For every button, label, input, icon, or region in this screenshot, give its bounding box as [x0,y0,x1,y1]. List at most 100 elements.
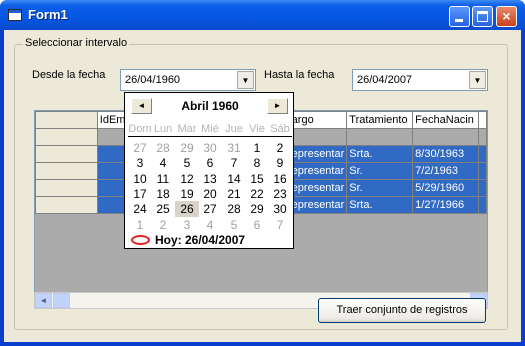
calendar-day[interactable]: 2 [268,140,292,156]
column-header-fechanacimiento[interactable]: FechaNacin [412,111,480,129]
today-circle-icon [131,235,150,245]
calendar-day[interactable]: 23 [268,186,292,202]
calendar-day[interactable]: 25 [151,201,175,217]
chevron-down-icon[interactable]: ▼ [469,71,486,89]
calendar-day[interactable]: 5 [222,217,246,233]
table-cell-fecha[interactable]: 7/2/1963 [412,162,480,180]
calendar-day[interactable]: 18 [151,186,175,202]
calendar-day[interactable]: 4 [198,217,222,233]
month-calendar-dropdown[interactable]: ◄ Abril 1960 ► Dom Lun Mar Mié Jue Vie S… [124,92,294,249]
calendar-day[interactable]: 29 [175,140,199,156]
to-date-picker[interactable]: 26/04/2007 ▼ [352,69,488,91]
calendar-day[interactable]: 24 [128,201,152,217]
calendar-day[interactable]: 3 [175,217,199,233]
table-cell-tratamiento[interactable]: Sr. [346,179,414,197]
app-icon[interactable] [8,9,22,21]
table-cell[interactable] [346,128,414,146]
calendar-day[interactable]: 29 [245,201,269,217]
minimize-icon [455,19,463,22]
scroll-thumb[interactable] [53,293,70,308]
row-header[interactable] [35,145,98,163]
to-date-value: 26/04/2007 [357,74,413,86]
calendar-day[interactable]: 10 [128,171,152,187]
from-date-value: 26/04/1960 [125,74,181,86]
previous-month-button[interactable]: ◄ [131,98,152,114]
calendar-day[interactable]: 2 [151,217,175,233]
weekday-label: Jue [225,123,243,135]
today-label: Hoy: 26/04/2007 [155,233,246,247]
calendar-day-selected[interactable]: 26 [175,201,199,218]
chevron-down-icon[interactable]: ▼ [237,71,254,89]
calendar-day[interactable]: 9 [268,155,292,171]
table-cell[interactable] [478,196,487,214]
calendar-day[interactable]: 22 [245,186,269,202]
row-header[interactable] [35,179,98,197]
table-cell-fecha[interactable]: 1/27/1966 [412,196,480,214]
calendar-day[interactable]: 5 [175,155,199,171]
calendar-month-title[interactable]: Abril 1960 [155,99,265,113]
calendar-day[interactable]: 7 [268,217,292,233]
calendar-day[interactable]: 7 [222,155,246,171]
calendar-week-row: 24 25 26 27 28 29 30 [128,201,292,218]
column-header-tratamiento[interactable]: Tratamiento [346,111,414,129]
maximize-button[interactable] [472,6,493,27]
calendar-header: ◄ Abril 1960 ► [125,93,293,123]
calendar-day[interactable]: 20 [198,186,222,202]
calendar-day[interactable]: 28 [151,140,175,156]
next-month-button[interactable]: ► [267,98,288,114]
table-cell[interactable] [478,162,487,180]
calendar-day[interactable]: 8 [245,155,269,171]
calendar-week-row: 1234567 [128,217,292,233]
calendar-day[interactable]: 30 [268,201,292,217]
calendar-day[interactable]: 30 [198,140,222,156]
calendar-day[interactable]: 28 [222,201,246,217]
window-title: Form1 [28,7,68,22]
calendar-day[interactable]: 12 [175,171,199,187]
close-button[interactable]: × [496,6,517,27]
calendar-day[interactable]: 1 [128,217,152,233]
today-link[interactable]: Hoy: 26/04/2007 [131,232,291,248]
close-icon: × [502,8,511,24]
calendar-day[interactable]: 13 [198,171,222,187]
weekday-label: Vie [249,123,265,135]
from-date-picker[interactable]: 26/04/1960 ▼ [120,69,256,91]
table-cell[interactable] [478,128,487,146]
table-cell-tratamiento[interactable]: Srta. [346,196,414,214]
table-cell[interactable] [478,145,487,163]
title-bar[interactable]: Form1 × [0,0,525,30]
calendar-day[interactable]: 16 [268,171,292,187]
fetch-records-button[interactable]: Traer conjunto de registros [318,298,486,323]
table-cell-tratamiento[interactable]: Srta. [346,145,414,163]
row-header[interactable] [35,196,98,214]
weekday-label: Sáb [270,123,290,135]
calendar-day[interactable]: 6 [245,217,269,233]
table-cell[interactable] [478,179,487,197]
calendar-week-row: 3456789 [128,155,292,171]
calendar-day[interactable]: 1 [245,140,269,156]
calendar-day[interactable]: 27 [128,140,152,156]
calendar-day[interactable]: 4 [151,155,175,171]
column-header-next[interactable] [478,111,487,129]
row-header[interactable] [35,162,98,180]
calendar-day[interactable]: 11 [151,171,175,187]
calendar-day[interactable]: 14 [222,171,246,187]
weekday-label: Lun [153,123,173,135]
calendar-day[interactable]: 21 [222,186,246,202]
calendar-day[interactable]: 31 [222,140,246,156]
calendar-day[interactable]: 6 [198,155,222,171]
calendar-week-row: 27 28 29 30 31 1 2 [128,140,292,156]
calendar-day[interactable]: 3 [128,155,152,171]
scroll-left-icon[interactable]: ◄ [35,293,52,308]
table-cell-fecha[interactable]: 8/30/1963 [412,145,480,163]
table-cell[interactable] [412,128,480,146]
calendar-day[interactable]: 17 [128,186,152,202]
calendar-day[interactable]: 27 [198,201,222,217]
table-cell-fecha[interactable]: 5/29/1960 [412,179,480,197]
row-header[interactable] [35,128,98,146]
calendar-day[interactable]: 15 [245,171,269,187]
minimize-button[interactable] [449,6,470,27]
to-date-label: Hasta la fecha [264,69,335,81]
table-cell-tratamiento[interactable]: Sr. [346,162,414,180]
group-legend: Seleccionar intervalo [23,37,130,49]
calendar-day[interactable]: 19 [175,186,199,202]
